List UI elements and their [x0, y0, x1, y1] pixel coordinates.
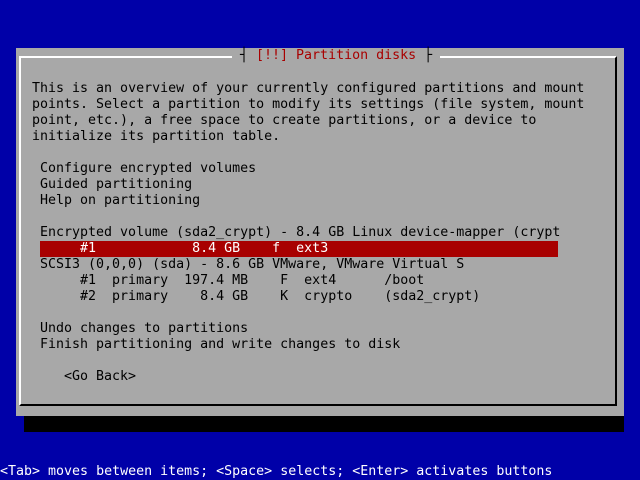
menu-item-configure-encrypted[interactable]: Configure encrypted volumes — [40, 161, 256, 177]
partition-disks-dialog: ┤ [!!] Partition disks ├ This is an over… — [16, 48, 624, 416]
installer-screen: ┤ [!!] Partition disks ├ This is an over… — [0, 0, 640, 480]
partition-row-boot[interactable]: #1 primary 197.4 MB F ext4 /boot — [40, 273, 424, 289]
title-right-border: ├ — [416, 48, 433, 63]
dialog-title-text: [!!] Partition disks — [256, 48, 417, 63]
intro-line-4: initialize its partition table. — [32, 129, 281, 144]
menu-item-undo-changes[interactable]: Undo changes to partitions — [40, 321, 248, 337]
device-encrypted-volume[interactable]: Encrypted volume (sda2_crypt) - 8.4 GB L… — [40, 225, 560, 241]
go-back-button[interactable]: <Go Back> — [64, 369, 136, 385]
menu-item-help-partitioning[interactable]: Help on partitioning — [40, 193, 200, 209]
partition-row-crypto[interactable]: #2 primary 8.4 GB K crypto (sda2_crypt) — [40, 289, 480, 305]
partition-row-selected[interactable]: #1 8.4 GB f ext3 — [40, 241, 558, 257]
menu-item-guided-partitioning[interactable]: Guided partitioning — [40, 177, 192, 193]
device-scsi3-sda[interactable]: SCSI3 (0,0,0) (sda) - 8.6 GB VMware, VMw… — [40, 257, 464, 273]
title-left-border: ┤ — [240, 48, 257, 63]
intro-line-1: This is an overview of your currently co… — [32, 81, 585, 96]
dialog-title: ┤ [!!] Partition disks ├ — [232, 48, 441, 64]
intro-line-2: points. Select a partition to modify its… — [32, 97, 585, 112]
menu-item-finish-partitioning[interactable]: Finish partitioning and write changes to… — [40, 337, 400, 353]
keyboard-help-bar: <Tab> moves between items; <Space> selec… — [0, 464, 553, 479]
intro-line-3: point, etc.), a free space to create par… — [32, 113, 537, 128]
